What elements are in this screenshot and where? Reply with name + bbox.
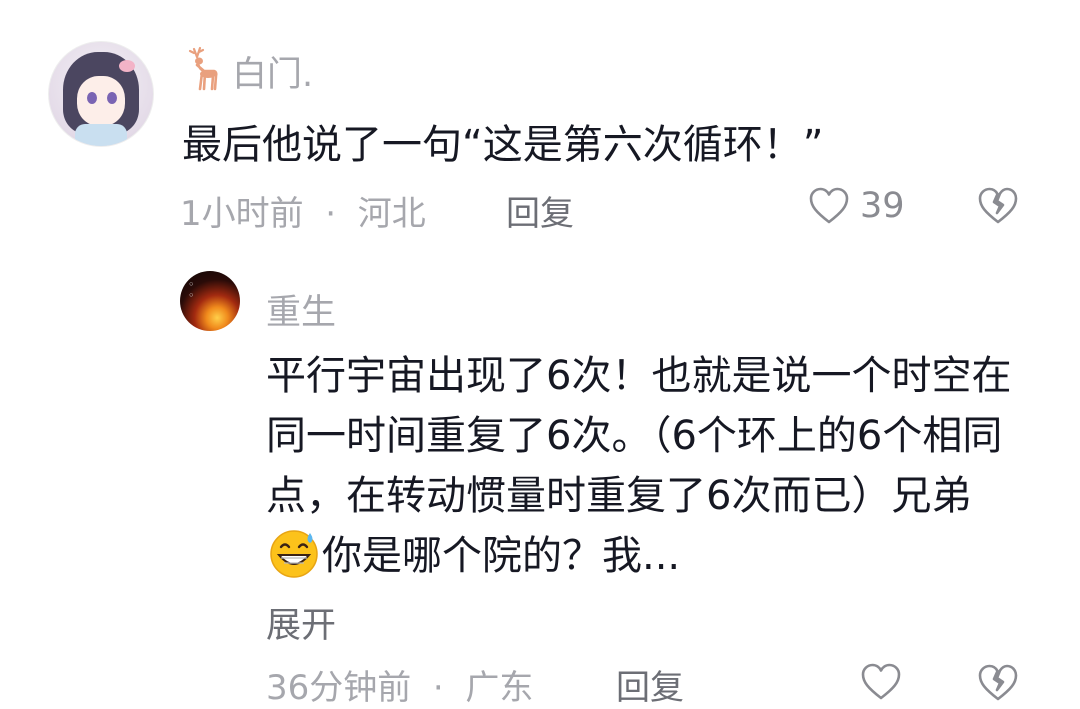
avatar-bow (119, 60, 135, 72)
expand-button[interactable]: 展开 (266, 597, 336, 648)
grinning-sweat-emoji (270, 530, 318, 578)
reply-meta: 36分钟前 · 广东 (266, 660, 533, 709)
deer-icon (188, 46, 218, 91)
reply-avatar[interactable]: ◦ ◦ (180, 271, 240, 331)
reply-user-name[interactable]: 重生 (266, 284, 336, 335)
like-count: 39 (860, 186, 905, 226)
avatar[interactable] (48, 41, 154, 147)
avatar-face (77, 76, 125, 126)
avatar-eye (107, 92, 117, 104)
reply-reply-button[interactable]: 回复 (616, 660, 684, 709)
broken-heart-icon[interactable] (976, 662, 1020, 704)
user-name[interactable]: 白门. (232, 46, 313, 97)
heart-icon[interactable] (808, 186, 850, 226)
heart-icon[interactable] (860, 662, 902, 702)
broken-heart-icon[interactable] (976, 185, 1020, 227)
reply-time: 36分钟前 (266, 668, 412, 708)
comment-meta: 1小时前 · 河北 (180, 186, 426, 235)
reply-location: 广东 (465, 668, 534, 708)
avatar-eye (87, 92, 97, 104)
reply-text: 平行宇宙出现了6次！也就是说一个时空在同一时间重复了6次。（6个环上的6个相同点… (266, 346, 1026, 586)
meta-separator: · (422, 668, 455, 708)
avatar-mark: ◦ ◦ (188, 278, 195, 302)
comment-location: 河北 (357, 194, 426, 234)
meta-separator: · (314, 194, 347, 234)
comment-text: 最后他说了一句“这是第六次循环！” (182, 122, 824, 168)
comment-time: 1小时前 (180, 194, 304, 234)
reply-text-tail: 你是哪个院的？我... (322, 533, 681, 579)
avatar-collar (75, 124, 127, 146)
reply-button[interactable]: 回复 (506, 186, 574, 235)
reply-text-main: 平行宇宙出现了6次！也就是说一个时空在同一时间重复了6次。（6个环上的6个相同点… (266, 353, 1012, 519)
